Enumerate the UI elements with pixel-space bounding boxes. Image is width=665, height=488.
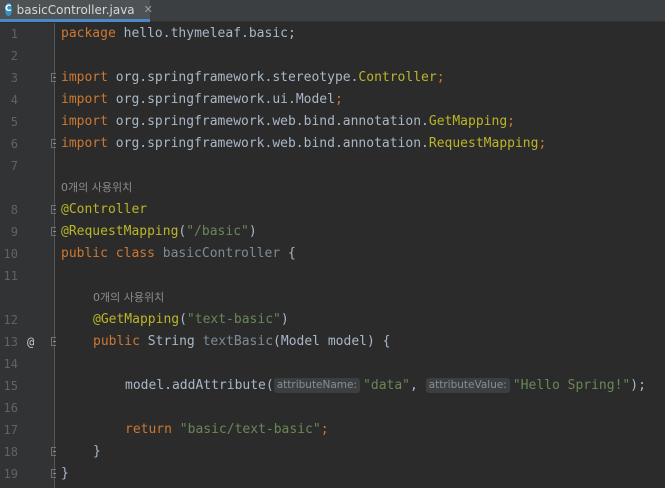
line-number: 9 — [10, 225, 18, 239]
code-line-19: } — [61, 466, 69, 481]
line-number: 16 — [3, 401, 18, 415]
line-number: 14 — [3, 357, 18, 371]
line-number: 2 — [10, 49, 18, 63]
line-number: 10 — [3, 247, 18, 261]
code-line-8: @Controller — [61, 202, 148, 217]
line-number: 18 — [3, 445, 18, 459]
line-number: 8 — [10, 203, 18, 217]
line-number: 4 — [10, 93, 18, 107]
usages-hint[interactable]: 0개의 사용위치 — [93, 287, 164, 309]
java-class-icon: C — [5, 3, 12, 16]
code-line-3: import org.springframework.stereotype.Co… — [61, 70, 445, 85]
parameter-hint: attributeName: — [273, 378, 361, 393]
line-number: 19 — [3, 467, 18, 481]
tab-basic-controller[interactable]: C basicController.java ✕ — [0, 0, 153, 22]
code-line-12: @GetMapping("text-basic") — [93, 312, 289, 327]
line-number: 3 — [10, 71, 18, 85]
code-line-18: } — [93, 444, 101, 459]
line-number: 6 — [10, 137, 18, 151]
line-number: 15 — [3, 379, 18, 393]
code-line-5: import org.springframework.web.bind.anno… — [61, 114, 515, 129]
line-number: 13 — [3, 335, 18, 349]
code-line-4: import org.springframework.ui.Model; — [61, 92, 343, 107]
overrides-marker-icon[interactable]: @ — [27, 331, 34, 353]
line-number: 5 — [10, 115, 18, 129]
line-number-gutter[interactable]: 1 2 3 4 5 6 7 8 9 10 11 12 13 14 15 16 1… — [0, 23, 60, 488]
usages-hint[interactable]: 0개의 사용위치 — [61, 177, 132, 199]
code-line-15: model.addAttribute(attributeName: "data",… — [125, 378, 646, 393]
code-line-17: return "basic/text-basic"; — [125, 422, 329, 437]
code-line-10: public class basicController { — [61, 246, 296, 261]
code-line-1: package hello.thymeleaf.basic; — [61, 26, 296, 41]
close-icon[interactable]: ✕ — [144, 3, 153, 16]
code-line-13: public String textBasic(Model model) { — [93, 334, 391, 349]
line-number: 1 — [10, 27, 18, 41]
line-number: 11 — [3, 269, 18, 283]
line-number: 17 — [3, 423, 18, 437]
code-editor[interactable]: package hello.thymeleaf.basic; import or… — [56, 23, 665, 488]
line-number: 12 — [3, 313, 18, 327]
parameter-hint: attributeValue: — [425, 378, 510, 393]
code-line-9: @RequestMapping("/basic") — [61, 224, 257, 239]
code-line-6: import org.springframework.web.bind.anno… — [61, 136, 547, 151]
tab-label: basicController.java — [16, 2, 135, 17]
line-number: 7 — [10, 159, 18, 173]
editor-tab-bar: C basicController.java ✕ — [0, 0, 665, 22]
